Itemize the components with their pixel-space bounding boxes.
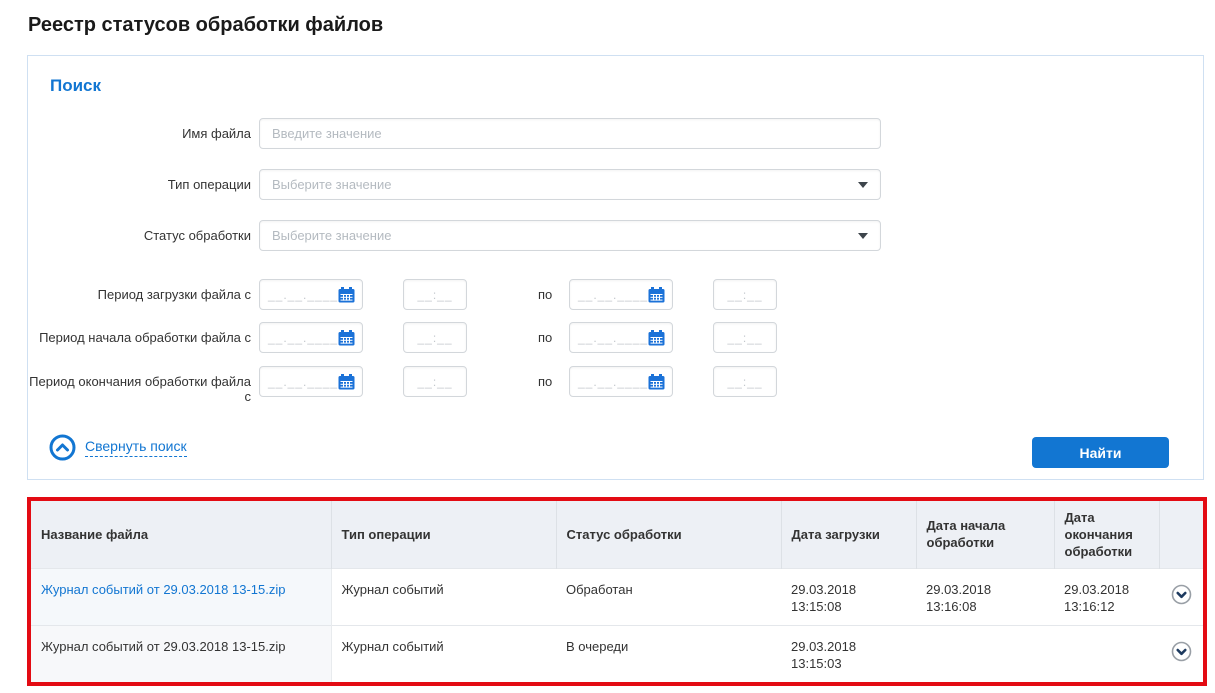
date-mask: __.__.____	[268, 331, 338, 345]
range-to-label: по	[538, 279, 554, 310]
header-operation-type: Тип операции	[331, 501, 556, 568]
file-name-input[interactable]	[259, 118, 881, 149]
date-mask: __.__.____	[268, 288, 338, 302]
end-period-to-time-input[interactable]: __:__	[713, 366, 777, 397]
time-mask: __:__	[727, 375, 762, 389]
page-title: Реестр статусов обработки файлов	[28, 14, 383, 37]
upload-period-label: Период загрузки файла с	[28, 279, 251, 302]
processing-status-label: Статус обработки	[28, 220, 251, 243]
cell-start-date: 29.03.2018 13:16:08	[916, 568, 1054, 625]
calendar-icon[interactable]	[648, 374, 665, 390]
results-table-highlight: Название файла Тип операции Статус обраб…	[27, 497, 1207, 686]
search-form: Имя файла Тип операции Выберите значение…	[28, 118, 1203, 404]
operation-type-placeholder: Выберите значение	[272, 177, 391, 192]
start-period-from-date-input[interactable]: __.__.____	[259, 322, 363, 353]
start-period-label: Период начала обработки файла с	[28, 322, 251, 345]
form-row-end-period: Период окончания обработки файла с __.__…	[28, 366, 1203, 404]
operation-type-label: Тип операции	[28, 169, 251, 192]
cell-operation-type: Журнал событий	[331, 625, 556, 682]
cell-expand	[1159, 568, 1203, 625]
header-end-date: Дата окончания обработки	[1054, 501, 1159, 568]
form-row-processing-status: Статус обработки Выберите значение	[28, 220, 1203, 251]
chevron-down-icon	[858, 182, 868, 188]
table-row: Журнал событий от 29.03.2018 13-15.zip Ж…	[31, 625, 1203, 682]
end-period-from-time-input[interactable]: __:__	[403, 366, 467, 397]
calendar-icon[interactable]	[338, 374, 355, 390]
calendar-icon[interactable]	[338, 330, 355, 346]
cell-end-date	[1054, 625, 1159, 682]
form-row-file-name: Имя файла	[28, 118, 1203, 149]
chevron-down-circle-icon[interactable]	[1171, 641, 1192, 662]
upload-period-to-time-input[interactable]: __:__	[713, 279, 777, 310]
time-mask: __:__	[417, 375, 452, 389]
start-period-to-time-input[interactable]: __:__	[713, 322, 777, 353]
cell-upload-date: 29.03.2018 13:15:03	[781, 625, 916, 682]
cell-file-name: Журнал событий от 29.03.2018 13-15.zip	[31, 625, 331, 682]
processing-status-placeholder: Выберите значение	[272, 228, 391, 243]
calendar-icon[interactable]	[338, 287, 355, 303]
search-panel-title: Поиск	[50, 76, 101, 96]
form-row-operation-type: Тип операции Выберите значение	[28, 169, 1203, 200]
time-mask: __:__	[417, 288, 452, 302]
header-file-name: Название файла	[31, 501, 331, 568]
cell-end-date: 29.03.2018 13:16:12	[1054, 568, 1159, 625]
form-row-start-period: Период начала обработки файла с __.__.__…	[28, 322, 1203, 353]
end-period-from-date-input[interactable]: __.__.____	[259, 366, 363, 397]
header-actions	[1159, 501, 1203, 568]
search-button[interactable]: Найти	[1032, 437, 1169, 468]
end-period-label: Период окончания обработки файла с	[28, 366, 251, 404]
date-mask: __.__.____	[268, 375, 338, 389]
file-name-label: Имя файла	[28, 118, 251, 141]
cell-operation-type: Журнал событий	[331, 568, 556, 625]
table-header-row: Название файла Тип операции Статус обраб…	[31, 501, 1203, 568]
header-status: Статус обработки	[556, 501, 781, 568]
time-mask: __:__	[417, 331, 452, 345]
time-mask: __:__	[727, 288, 762, 302]
cell-status: Обработан	[556, 568, 781, 625]
file-name-text: Журнал событий от 29.03.2018 13-15.zip	[41, 639, 285, 654]
search-panel: Поиск Имя файла Тип операции Выберите зн…	[27, 55, 1204, 480]
processing-status-select[interactable]: Выберите значение	[259, 220, 881, 251]
results-table: Название файла Тип операции Статус обраб…	[31, 501, 1203, 682]
chevron-up-circle-icon[interactable]	[49, 434, 76, 461]
cell-status: В очереди	[556, 625, 781, 682]
cell-expand	[1159, 625, 1203, 682]
form-row-upload-period: Период загрузки файла с __.__.____ __:__…	[28, 279, 1203, 310]
upload-period-from-date-input[interactable]: __.__.____	[259, 279, 363, 310]
collapse-search-control[interactable]: Свернуть поиск	[49, 434, 187, 461]
collapse-search-link[interactable]: Свернуть поиск	[85, 438, 187, 457]
file-link[interactable]: Журнал событий от 29.03.2018 13-15.zip	[41, 582, 285, 597]
operation-type-select[interactable]: Выберите значение	[259, 169, 881, 200]
cell-file-name: Журнал событий от 29.03.2018 13-15.zip	[31, 568, 331, 625]
cell-upload-date: 29.03.2018 13:15:08	[781, 568, 916, 625]
upload-period-to-date-input[interactable]: __.__.____	[569, 279, 673, 310]
start-period-to-date-input[interactable]: __.__.____	[569, 322, 673, 353]
range-to-label: по	[538, 366, 554, 397]
start-period-from-time-input[interactable]: __:__	[403, 322, 467, 353]
date-mask: __.__.____	[578, 331, 648, 345]
upload-period-from-time-input[interactable]: __:__	[403, 279, 467, 310]
cell-start-date	[916, 625, 1054, 682]
calendar-icon[interactable]	[648, 330, 665, 346]
table-row: Журнал событий от 29.03.2018 13-15.zip Ж…	[31, 568, 1203, 625]
header-start-date: Дата начала обработки	[916, 501, 1054, 568]
range-to-label: по	[538, 322, 554, 353]
chevron-down-circle-icon[interactable]	[1171, 584, 1192, 605]
time-mask: __:__	[727, 331, 762, 345]
calendar-icon[interactable]	[648, 287, 665, 303]
chevron-down-icon	[858, 233, 868, 239]
date-mask: __.__.____	[578, 288, 648, 302]
date-mask: __.__.____	[578, 375, 648, 389]
header-upload-date: Дата загрузки	[781, 501, 916, 568]
end-period-to-date-input[interactable]: __.__.____	[569, 366, 673, 397]
